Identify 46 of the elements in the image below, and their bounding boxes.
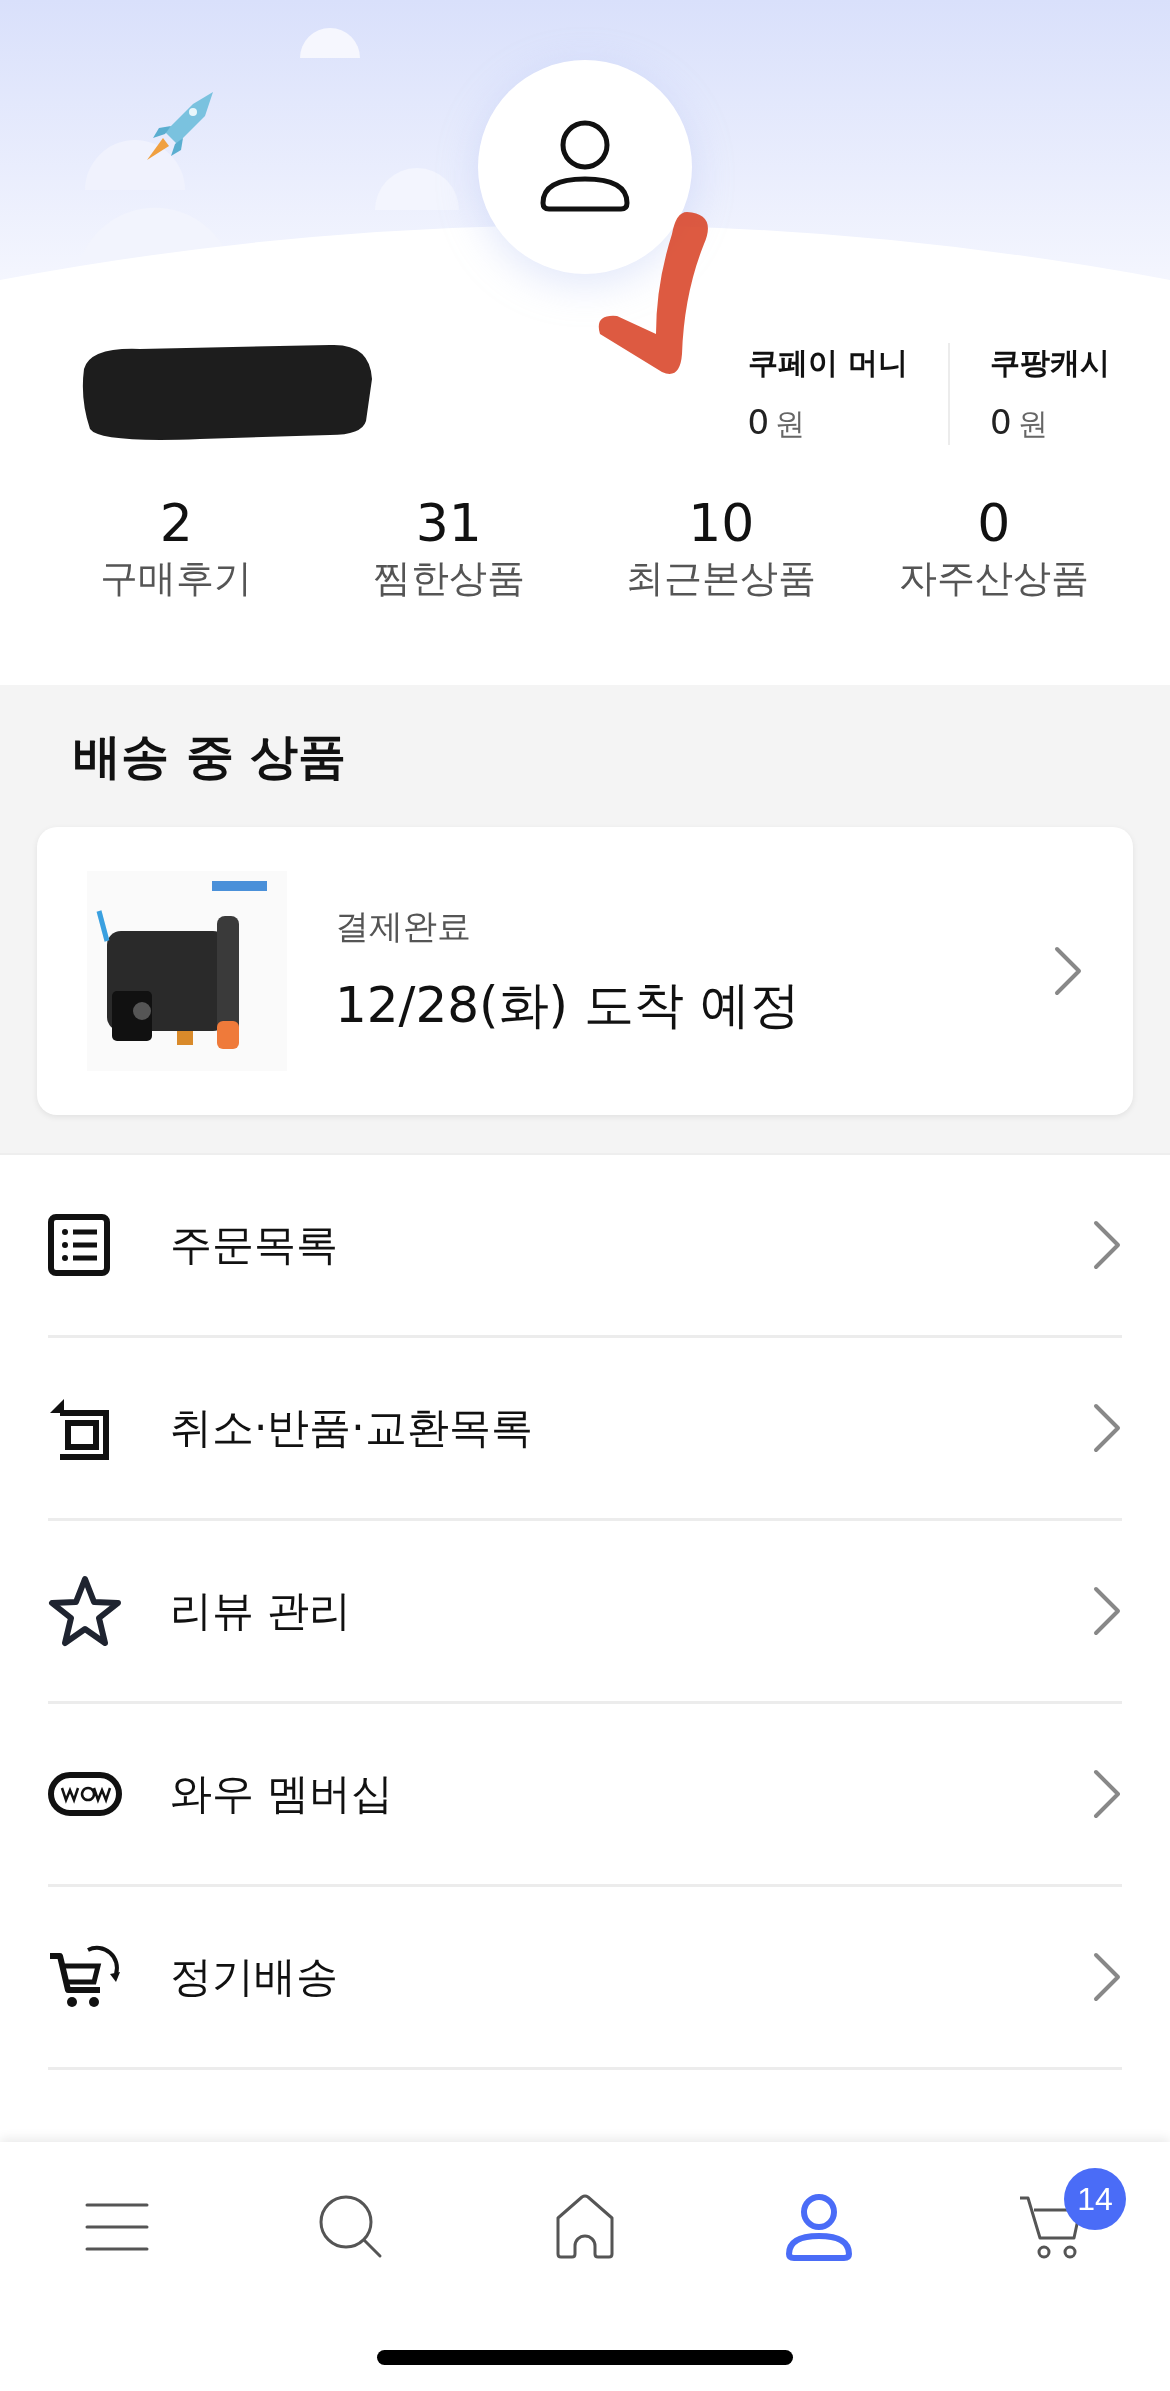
count-badge: 14: [1064, 2168, 1126, 2230]
delivery-card[interactable]: 결제완료 12/28(화) 도착 예정: [37, 827, 1133, 1115]
search-icon: [318, 2194, 384, 2260]
menu-item[interactable]: 취소·반품·교환목록: [48, 1338, 1122, 1521]
stat-count: 10: [688, 494, 755, 554]
person-icon: [784, 2192, 854, 2262]
wallet-label: 쿠팡캐시: [990, 344, 1110, 382]
menu-label: 와우 멤버십: [170, 1768, 395, 1820]
home-icon: [554, 2194, 616, 2260]
stat-count: 31: [415, 494, 482, 554]
stat-count: 2: [159, 494, 193, 554]
stat-count: 0: [977, 494, 1011, 554]
chevron-icon: [1092, 1951, 1122, 2003]
menu-item[interactable]: 리뷰 관리: [48, 1521, 1122, 1704]
menu-label: 정기배송: [170, 1951, 339, 2003]
stat-item[interactable]: 0 자주산상품: [857, 494, 1130, 602]
stat-label: 구매후기: [100, 555, 253, 602]
stat-item[interactable]: 10 최근본상품: [585, 494, 858, 602]
wallet-amount: 0 원: [747, 402, 807, 444]
chevron-icon: [1092, 1585, 1122, 1637]
cart-refresh-icon: [48, 1944, 122, 2010]
menu-icon: [85, 2201, 149, 2253]
menu-item[interactable]: 정기배송: [48, 1887, 1122, 2070]
menu-label: 주문목록: [170, 1219, 339, 1271]
stat-item[interactable]: 31 찜한상품: [312, 494, 585, 602]
chevron-icon: [1092, 1402, 1122, 1454]
wallet-amount: 0 원: [990, 402, 1049, 444]
chevron-icon: [1092, 1219, 1122, 1271]
delivery-eta: 12/28(화) 도착 예정: [335, 974, 801, 1036]
menu-item[interactable]: 와우 멤버십: [48, 1704, 1122, 1887]
list-icon: [48, 1214, 110, 1276]
section-title: 배송 중 상품: [73, 727, 348, 786]
delivery-status: 결제완료: [335, 904, 472, 948]
stat-label: 찜한상품: [372, 555, 525, 602]
stat-label: 최근본상품: [626, 555, 817, 602]
membership-badge-icon: [48, 1772, 122, 1816]
cart-button[interactable]: 14: [936, 2162, 1170, 2292]
chevron-icon: [1092, 1768, 1122, 1820]
wallet-label: 쿠페이 머니: [747, 344, 908, 382]
stat-label: 자주산상품: [898, 555, 1089, 602]
menu-item[interactable]: 주문목록: [48, 1155, 1122, 1338]
chevron-icon: [1053, 945, 1083, 997]
menu-label: 리뷰 관리: [170, 1585, 353, 1637]
stat-item[interactable]: 2 구매후기: [40, 494, 313, 602]
menu-label: 취소·반품·교환목록: [170, 1402, 534, 1454]
star-icon: [48, 1575, 122, 1647]
